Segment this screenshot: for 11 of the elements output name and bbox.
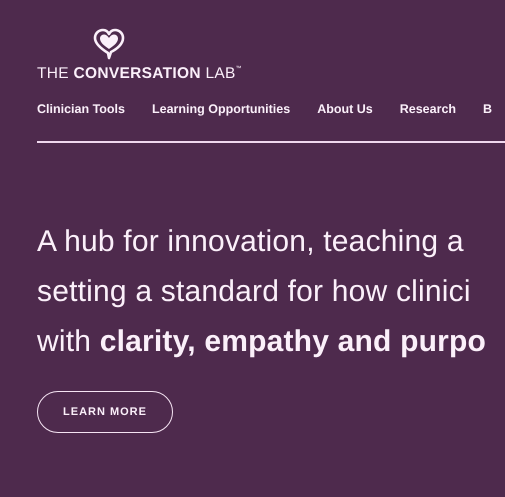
nav-link[interactable]: B	[483, 100, 492, 118]
headline-line: A hub for innovation, teaching a	[37, 224, 465, 260]
heart-logo-icon	[92, 28, 126, 62]
nav-link[interactable]: Clinician Tools	[37, 100, 125, 118]
learn-more-button[interactable]: LEARN MORE	[37, 391, 173, 433]
nav-link[interactable]: About Us	[317, 100, 373, 118]
logo-wordmark[interactable]: THE CONVERSATION LAB$^{™}$	[37, 65, 505, 83]
headline-line: with clarity, empathy and purpo	[37, 324, 488, 360]
nav-link[interactable]: Research	[400, 100, 456, 118]
headline-line: setting a standard for how clinici	[37, 274, 472, 310]
nav-link[interactable]: Learning Opportunities	[152, 100, 290, 118]
